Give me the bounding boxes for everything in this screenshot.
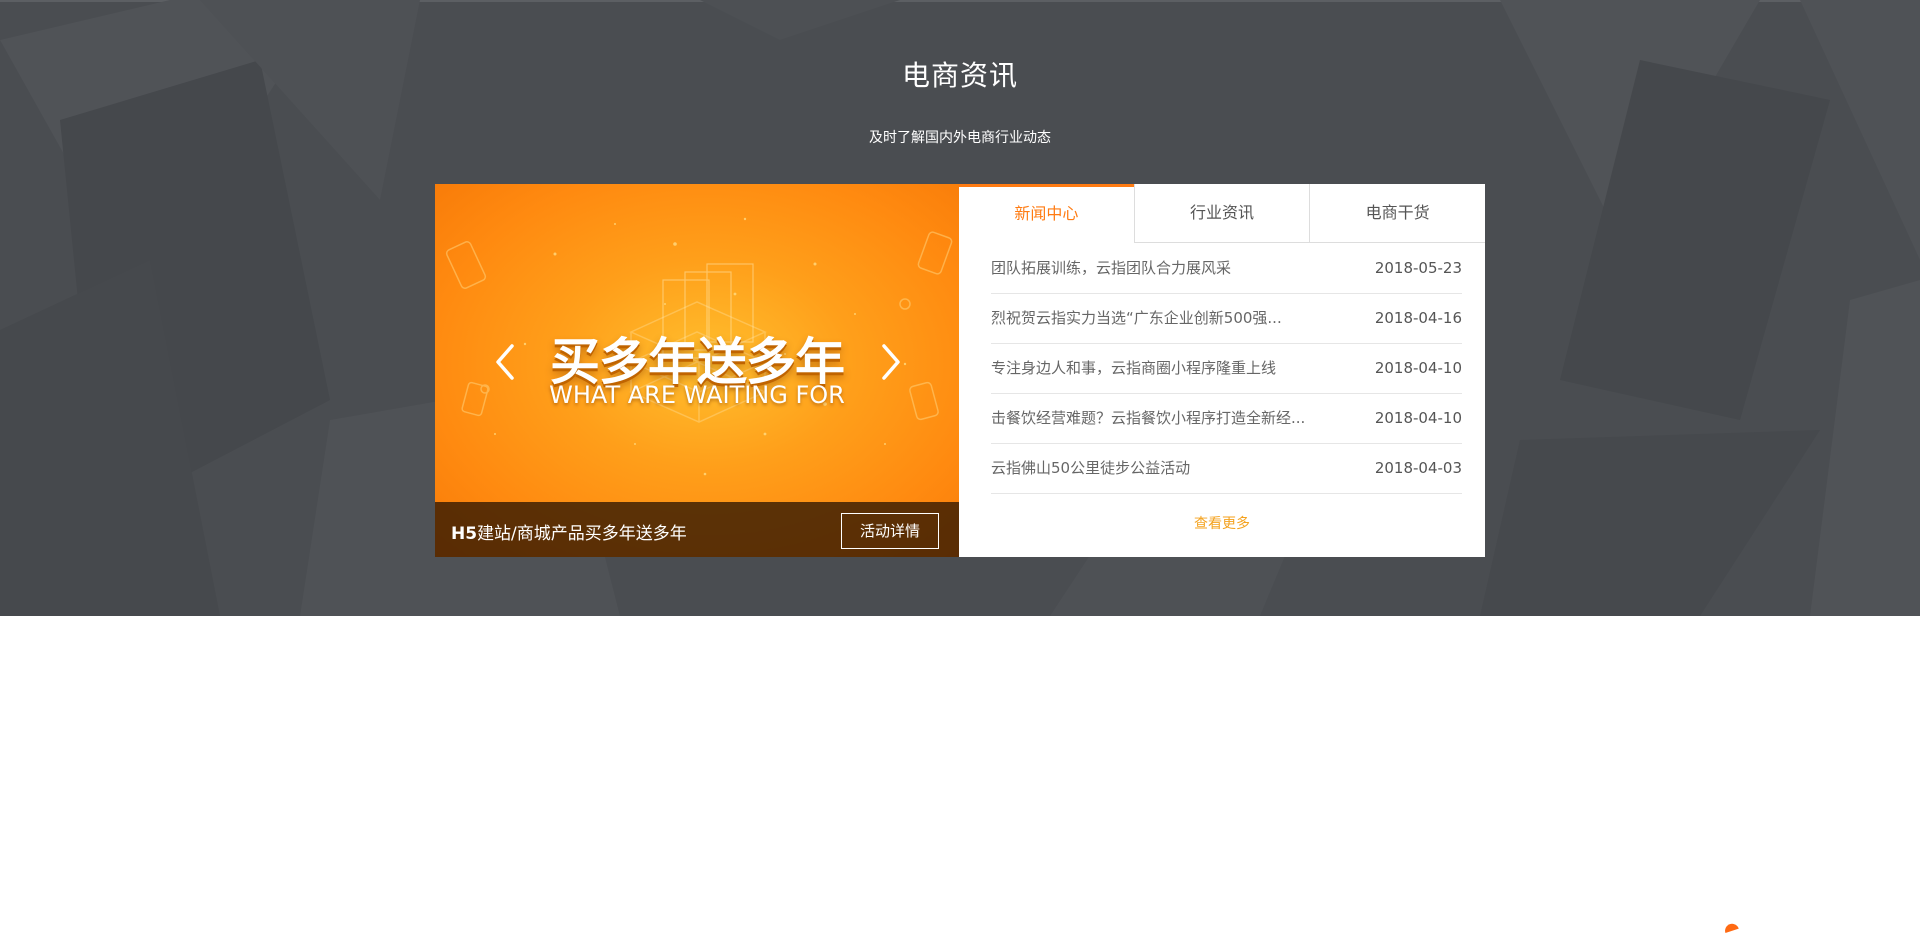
news-item[interactable]: 击餐饮经营难题？云指餐饮小程序打造全新经... 2018-04-10	[991, 394, 1462, 444]
news-section: 电商资讯 及时了解国内外电商行业动态 买多年送多年 WHAT ARE WAITI…	[0, 0, 1920, 616]
news-tabs: 新闻中心 行业资讯 电商干货	[959, 184, 1486, 243]
news-title[interactable]: 专注身边人和事，云指商圈小程序隆重上线	[991, 344, 1311, 393]
banner-caption-bar: H5建站/商城产品买多年送多年 活动详情	[435, 502, 959, 557]
news-date: 2018-04-10	[1374, 359, 1462, 377]
news-title[interactable]: 烈祝贺云指实力当选“广东企业创新500强...	[991, 294, 1311, 343]
activity-detail-button[interactable]: 活动详情	[841, 513, 939, 549]
news-card: 买多年送多年 WHAT ARE WAITING FOR H5建站/商城产品买多年…	[435, 184, 1486, 557]
news-date: 2018-05-23	[1374, 259, 1462, 277]
caption-text: 建站/商城产品买多年送多年	[477, 524, 687, 544]
tab-ecommerce-tips[interactable]: 电商干货	[1309, 184, 1486, 243]
tab-news-center[interactable]: 新闻中心	[959, 184, 1134, 243]
banner-caption: H5建站/商城产品买多年送多年	[451, 519, 687, 544]
news-list: 团队拓展训练，云指团队合力展风采 2018-05-23 烈祝贺云指实力当选“广东…	[991, 244, 1896, 494]
news-item[interactable]: 云指佛山50公里徒步公益活动 2018-04-03	[991, 444, 1462, 494]
news-item[interactable]: 团队拓展训练，云指团队合力展风采 2018-05-23	[991, 244, 1462, 294]
chevron-right-icon	[882, 344, 900, 380]
news-date: 2018-04-10	[1374, 409, 1462, 427]
carousel-prev-button[interactable]	[485, 332, 525, 392]
news-title[interactable]: 击餐饮经营难题？云指餐饮小程序打造全新经...	[991, 394, 1311, 443]
news-date: 2018-04-03	[1374, 459, 1462, 477]
promo-banner[interactable]: 买多年送多年 WHAT ARE WAITING FOR H5建站/商城产品买多年…	[435, 184, 959, 557]
view-more-link[interactable]: 查看更多	[959, 513, 1485, 533]
carousel-next-button[interactable]	[871, 332, 911, 392]
news-title[interactable]: 云指佛山50公里徒步公益活动	[991, 444, 1311, 493]
news-date: 2018-04-16	[1374, 309, 1462, 327]
news-item[interactable]: 专注身边人和事，云指商圈小程序隆重上线 2018-04-10	[991, 344, 1462, 394]
caption-prefix: H5	[451, 524, 478, 544]
news-title[interactable]: 团队拓展训练，云指团队合力展风采	[991, 244, 1311, 293]
section-subtitle: 及时了解国内外电商行业动态	[869, 130, 1051, 146]
chevron-left-icon	[496, 344, 514, 380]
section-title: 电商资讯	[901, 59, 1018, 92]
tab-industry-news[interactable]: 行业资讯	[1133, 184, 1310, 243]
floating-widget-edge[interactable]	[1723, 922, 1739, 933]
news-item[interactable]: 烈祝贺云指实力当选“广东企业创新500强... 2018-04-16	[991, 294, 1462, 344]
